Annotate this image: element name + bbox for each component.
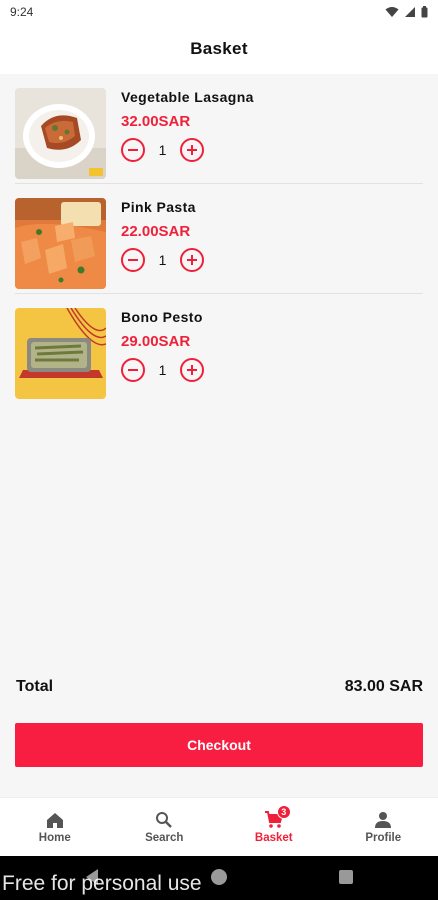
increase-button[interactable] — [180, 138, 204, 162]
recents-icon[interactable] — [338, 869, 354, 885]
item-name: Bono Pesto — [121, 309, 203, 325]
nav-home[interactable]: Home — [0, 798, 110, 856]
item-price: 22.00SAR — [121, 223, 191, 240]
quantity-stepper: 1 — [121, 358, 204, 382]
decrease-button[interactable] — [121, 138, 145, 162]
nav-label: Basket — [254, 832, 293, 844]
nav-profile[interactable]: Profile — [329, 798, 438, 856]
bottom-nav: Home Search 3 Basket Profile — [0, 797, 438, 856]
basket-item: Vegetable Lasagna 32.00SAR 1 — [15, 74, 423, 184]
cart-icon: 3 — [263, 805, 291, 830]
search-icon — [153, 810, 175, 830]
battery-icon — [421, 6, 428, 18]
app-bar: Basket — [0, 24, 438, 74]
total-row: Total 83.00 SAR — [16, 678, 423, 696]
person-icon — [372, 810, 394, 830]
home-icon — [44, 810, 66, 830]
watermark-text: Free for personal use — [2, 872, 202, 895]
pink-pasta-image — [15, 198, 106, 289]
quantity-value: 1 — [158, 252, 167, 268]
decrease-button[interactable] — [121, 358, 145, 382]
nav-label: Profile — [365, 832, 402, 844]
quantity-stepper: 1 — [121, 248, 204, 272]
increase-button[interactable] — [180, 248, 204, 272]
checkout-button[interactable]: Checkout — [15, 723, 423, 767]
total-value: 83.00 SAR — [344, 678, 423, 695]
nav-search[interactable]: Search — [110, 798, 220, 856]
increase-button[interactable] — [180, 358, 204, 382]
nav-label: Search — [145, 832, 184, 844]
basket-item: Bono Pesto 29.00SAR 1 — [15, 294, 423, 404]
item-price: 32.00SAR — [121, 113, 191, 130]
minus-icon — [128, 149, 138, 151]
cart-badge: 3 — [276, 805, 291, 819]
status-bar: 9:24 — [0, 0, 438, 24]
quantity-value: 1 — [158, 142, 167, 158]
item-name: Pink Pasta — [121, 199, 196, 215]
total-label: Total — [16, 678, 54, 695]
home-circle-icon[interactable] — [210, 868, 228, 886]
quantity-value: 1 — [158, 362, 167, 378]
page-title: Basket — [190, 39, 248, 58]
nav-basket[interactable]: 3 Basket — [219, 798, 329, 856]
status-time: 9:24 — [10, 5, 34, 19]
wifi-icon — [385, 7, 399, 17]
status-icons — [385, 6, 428, 18]
signal-icon — [405, 7, 415, 17]
item-price: 29.00SAR — [121, 333, 191, 350]
item-name: Vegetable Lasagna — [121, 89, 254, 105]
minus-icon — [128, 369, 138, 371]
bono-pesto-image — [15, 308, 106, 399]
quantity-stepper: 1 — [121, 138, 204, 162]
lasagna-image — [15, 88, 106, 179]
minus-icon — [128, 259, 138, 261]
basket-item: Pink Pasta 22.00SAR 1 — [15, 184, 423, 294]
decrease-button[interactable] — [121, 248, 145, 272]
basket-list: Vegetable Lasagna 32.00SAR 1 Pink Pasta … — [0, 74, 438, 404]
nav-label: Home — [38, 832, 71, 844]
